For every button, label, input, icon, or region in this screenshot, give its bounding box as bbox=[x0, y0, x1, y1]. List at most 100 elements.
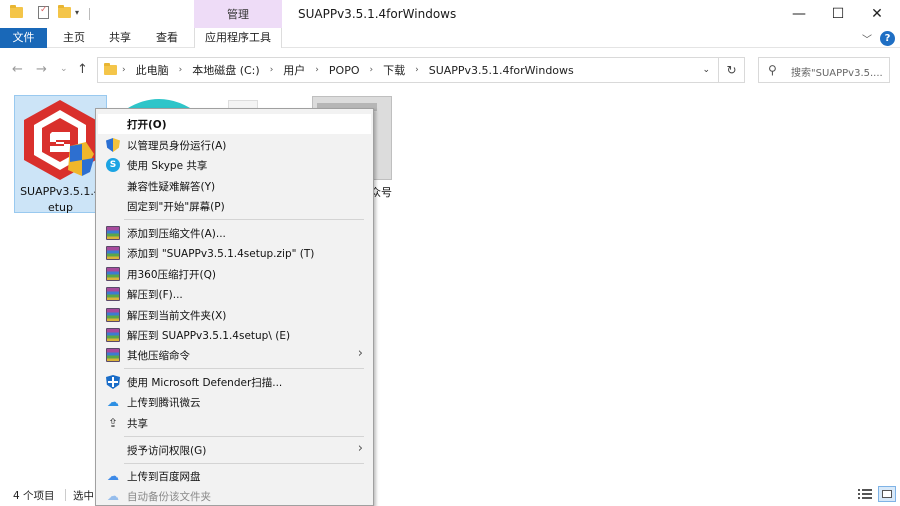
menu-item-add-to-archive[interactable]: 添加到压缩文件(A)... bbox=[98, 223, 371, 243]
menu-item-add-to-zip[interactable]: 添加到 "SUAPPv3.5.1.4setup.zip" (T) bbox=[98, 243, 371, 263]
menu-separator bbox=[124, 219, 364, 220]
menu-item-share[interactable]: ⇪ 共享 bbox=[98, 413, 371, 433]
breadcrumb-local-disk[interactable]: 本地磁盘 (C:) bbox=[192, 62, 259, 78]
tab-file[interactable]: 文件 bbox=[0, 28, 47, 48]
status-bar: 4 个项目 选中 bbox=[0, 484, 900, 506]
manage-context-tab[interactable]: 管理 bbox=[194, 0, 282, 29]
recent-locations-chevron-icon[interactable]: ⌄ bbox=[60, 64, 68, 74]
weiyun-cloud-icon: ☁ bbox=[107, 395, 119, 409]
search-input[interactable]: 搜索"SUAPPv3.5.... bbox=[791, 64, 887, 79]
expand-ribbon-chevron-icon[interactable]: ﹀ bbox=[862, 31, 872, 46]
tab-view[interactable]: 查看 bbox=[147, 28, 187, 48]
share-icon: ⇪ bbox=[107, 416, 119, 430]
forward-arrow-icon[interactable]: → bbox=[36, 62, 47, 77]
menu-item-label: 共享 bbox=[127, 418, 148, 430]
baidu-cloud-icon: ☁ bbox=[107, 469, 119, 483]
menu-item-other-compress-commands[interactable]: 其他压缩命令 › bbox=[98, 345, 371, 365]
back-arrow-icon[interactable]: ← bbox=[12, 62, 23, 77]
tab-home[interactable]: 主页 bbox=[54, 28, 94, 48]
winrar-icon bbox=[106, 226, 120, 240]
help-icon[interactable]: ? bbox=[880, 31, 895, 46]
menu-item-troubleshoot-compat[interactable]: 兼容性疑难解答(Y) bbox=[98, 176, 371, 196]
context-menu: 打开(O) 以管理员身份运行(A) S 使用 Skype 共享 兼容性疑难解答(… bbox=[95, 108, 374, 506]
menu-item-label: 用360压缩打开(Q) bbox=[127, 269, 216, 281]
chevron-right-icon: › bbox=[122, 65, 126, 75]
refresh-button[interactable]: ↻ bbox=[719, 57, 745, 83]
refresh-icon: ↻ bbox=[726, 63, 737, 77]
menu-item-label: 授予访问权限(G) bbox=[127, 445, 207, 457]
file-name-label: SUAPPv3.5.1.4 etup bbox=[14, 184, 107, 216]
selection-status: 选中 bbox=[73, 490, 94, 502]
tab-application-tools[interactable]: 应用程序工具 bbox=[194, 28, 282, 48]
winrar-icon bbox=[106, 287, 120, 301]
close-button[interactable]: ✕ bbox=[854, 0, 900, 28]
breadcrumb-downloads[interactable]: 下载 bbox=[383, 62, 405, 78]
winrar-icon bbox=[106, 246, 120, 260]
file-name-line2: etup bbox=[47, 201, 74, 214]
file-name-line1: SUAPPv3.5.1.4 bbox=[20, 185, 101, 198]
chevron-right-icon[interactable]: › bbox=[415, 65, 419, 75]
breadcrumb: › 此电脑 › 本地磁盘 (C:) › 用户 › POPO › 下载 › SUA… bbox=[122, 58, 574, 82]
menu-item-label: 解压到当前文件夹(X) bbox=[127, 310, 227, 322]
menu-item-label: 上传到百度网盘 bbox=[127, 471, 201, 483]
breadcrumb-this-pc[interactable]: 此电脑 bbox=[136, 62, 169, 78]
menu-item-pin-to-start[interactable]: 固定到"开始"屏幕(P) bbox=[98, 196, 371, 216]
properties-icon[interactable] bbox=[38, 5, 49, 19]
menu-item-extract-to[interactable]: 解压到(F)... bbox=[98, 284, 371, 304]
menu-item-label: 解压到(F)... bbox=[127, 289, 183, 301]
skype-icon: S bbox=[106, 158, 120, 172]
search-icon: ⚲ bbox=[768, 63, 777, 77]
breadcrumb-popo[interactable]: POPO bbox=[329, 64, 360, 77]
ribbon-tabs: 文件 主页 共享 查看 应用程序工具 ﹀ bbox=[0, 28, 900, 48]
divider bbox=[65, 489, 66, 501]
menu-item-defender-scan[interactable]: 使用 Microsoft Defender扫描... bbox=[98, 372, 371, 392]
suapp-installer-icon[interactable] bbox=[20, 98, 100, 182]
chevron-right-icon[interactable]: › bbox=[179, 65, 183, 75]
submenu-arrow-icon: › bbox=[357, 346, 363, 361]
menu-separator bbox=[124, 463, 364, 464]
menu-item-label: 打开(O) bbox=[127, 119, 167, 131]
menu-item-skype-share[interactable]: S 使用 Skype 共享 bbox=[98, 155, 371, 175]
chevron-right-icon[interactable]: › bbox=[315, 65, 319, 75]
menu-item-label: 以管理员身份运行(A) bbox=[127, 140, 227, 152]
folder-icon bbox=[10, 5, 23, 18]
tab-share[interactable]: 共享 bbox=[100, 28, 140, 48]
large-icons-view-icon[interactable] bbox=[878, 486, 896, 502]
new-folder-icon[interactable] bbox=[58, 5, 71, 18]
up-arrow-icon[interactable]: ↑ bbox=[77, 62, 88, 77]
menu-item-upload-baidu[interactable]: ☁ 上传到百度网盘 bbox=[98, 466, 371, 486]
menu-item-grant-access[interactable]: 授予访问权限(G) › bbox=[98, 440, 371, 460]
details-view-icon[interactable] bbox=[857, 487, 873, 501]
menu-item-label: 添加到 "SUAPPv3.5.1.4setup.zip" (T) bbox=[127, 248, 315, 260]
search-box[interactable]: ⚲ 搜索"SUAPPv3.5.... bbox=[758, 57, 890, 83]
chevron-right-icon[interactable]: › bbox=[370, 65, 374, 75]
item-count: 4 个项目 bbox=[13, 490, 55, 502]
winrar-icon bbox=[106, 348, 120, 362]
menu-item-extract-to-folder[interactable]: 解压到 SUAPPv3.5.1.4setup\ (E) bbox=[98, 325, 371, 345]
menu-item-label: 固定到"开始"屏幕(P) bbox=[127, 201, 225, 213]
menu-item-label: 兼容性疑难解答(Y) bbox=[127, 181, 216, 193]
defender-icon bbox=[106, 375, 120, 389]
divider bbox=[89, 8, 90, 20]
menu-item-open[interactable]: 打开(O) bbox=[98, 114, 371, 134]
file-explorer-window: ▾ 管理 SUAPPv3.5.1.4forWindows — ☐ ✕ 文件 主页… bbox=[0, 0, 900, 506]
winrar-icon bbox=[106, 328, 120, 342]
customize-quick-access-icon[interactable]: ▾ bbox=[75, 8, 79, 17]
address-history-chevron-icon[interactable]: ⌄ bbox=[702, 65, 710, 75]
menu-item-upload-weiyun[interactable]: ☁ 上传到腾讯微云 bbox=[98, 392, 371, 412]
menu-item-label: 使用 Microsoft Defender扫描... bbox=[127, 377, 283, 389]
view-icon-glyph bbox=[882, 490, 892, 498]
menu-item-open-with-360[interactable]: 用360压缩打开(Q) bbox=[98, 264, 371, 284]
winrar-icon bbox=[106, 267, 120, 281]
breadcrumb-current-folder[interactable]: SUAPPv3.5.1.4forWindows bbox=[429, 64, 574, 77]
menu-item-run-as-admin[interactable]: 以管理员身份运行(A) bbox=[98, 135, 371, 155]
menu-separator bbox=[124, 436, 364, 437]
navigation-bar: ← → ⌄ ↑ › 此电脑 › 本地磁盘 (C:) › 用户 › POPO › … bbox=[0, 55, 900, 85]
menu-item-extract-here[interactable]: 解压到当前文件夹(X) bbox=[98, 305, 371, 325]
breadcrumb-users[interactable]: 用户 bbox=[283, 62, 305, 78]
address-bar[interactable]: › 此电脑 › 本地磁盘 (C:) › 用户 › POPO › 下载 › SUA… bbox=[97, 57, 719, 83]
winrar-icon bbox=[106, 308, 120, 322]
chevron-right-icon[interactable]: › bbox=[270, 65, 274, 75]
menu-item-label: 解压到 SUAPPv3.5.1.4setup\ (E) bbox=[127, 330, 291, 342]
title-bar: ▾ 管理 SUAPPv3.5.1.4forWindows — ☐ ✕ bbox=[0, 0, 900, 29]
